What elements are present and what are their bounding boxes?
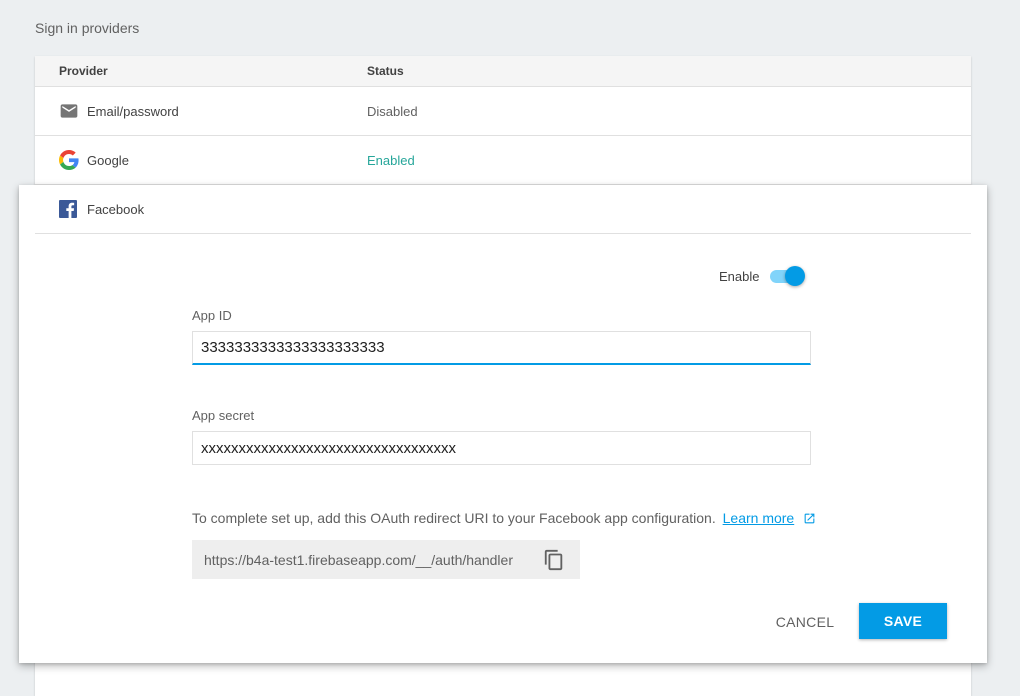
column-header-provider: Provider xyxy=(59,64,108,78)
learn-more-link[interactable]: Learn more xyxy=(723,510,795,526)
facebook-provider-panel: Facebook Enable App ID App secret To com… xyxy=(19,185,987,663)
help-text: To complete set up, add this OAuth redir… xyxy=(192,510,716,526)
mail-icon xyxy=(59,101,79,121)
section-title: Sign in providers xyxy=(35,20,140,36)
app-id-label: App ID xyxy=(192,308,232,323)
status-label: Enabled xyxy=(367,153,415,168)
app-secret-label: App secret xyxy=(192,408,255,423)
status-label: Disabled xyxy=(367,104,418,119)
provider-name: Google xyxy=(87,153,129,168)
google-icon xyxy=(59,150,79,170)
cancel-button[interactable]: CANCEL xyxy=(765,605,845,639)
app-secret-field-wrapper xyxy=(192,431,811,465)
table-header: Provider Status xyxy=(35,56,971,87)
facebook-icon xyxy=(59,200,77,218)
enable-toggle[interactable] xyxy=(769,265,807,287)
redirect-uri: https://b4a-test1.firebaseapp.com/__/aut… xyxy=(204,552,513,568)
provider-row-google[interactable]: Google Enabled xyxy=(35,136,971,185)
save-button[interactable]: SAVE xyxy=(859,603,947,639)
provider-name: Email/password xyxy=(87,104,179,119)
panel-provider-name: Facebook xyxy=(87,202,145,217)
redirect-uri-box: https://b4a-test1.firebaseapp.com/__/aut… xyxy=(192,540,580,579)
external-link-icon[interactable] xyxy=(803,512,816,525)
app-id-input[interactable] xyxy=(193,332,810,363)
copy-icon[interactable] xyxy=(543,548,565,572)
column-header-status: Status xyxy=(367,64,404,78)
app-secret-input[interactable] xyxy=(193,432,810,464)
panel-header[interactable]: Facebook xyxy=(35,185,971,234)
redirect-help: To complete set up, add this OAuth redir… xyxy=(192,510,816,526)
app-id-field-wrapper xyxy=(192,331,811,365)
enable-label: Enable xyxy=(719,269,760,284)
toggle-thumb xyxy=(785,266,805,286)
provider-row-email[interactable]: Email/password Disabled xyxy=(35,87,971,136)
